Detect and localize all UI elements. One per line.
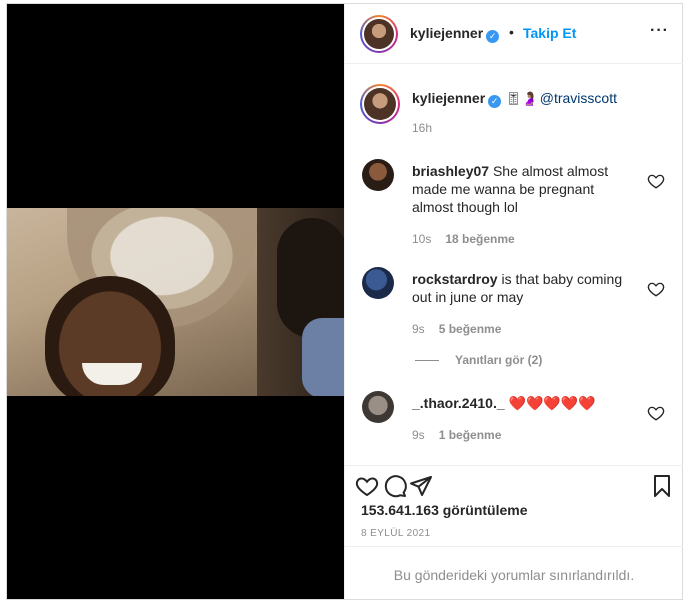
- view-replies-label: Yanıtları gör (2): [455, 353, 543, 367]
- follow-button[interactable]: Takip Et: [523, 25, 576, 41]
- verified-badge-icon: ✓: [488, 95, 502, 108]
- comment-bubble-icon[interactable]: [383, 474, 407, 498]
- caption: kyliejenner ✓ 🎚🤰🏽 @travisscott: [412, 90, 617, 108]
- paper-plane-icon[interactable]: [409, 474, 433, 498]
- commenter-avatar[interactable]: [362, 267, 394, 299]
- comment-meta: 10s 18 beğenme: [412, 232, 515, 246]
- view-replies-button[interactable]: Yanıtları gör (2): [415, 353, 542, 367]
- heart-outline-icon[interactable]: [647, 172, 665, 190]
- video-frame[interactable]: [7, 208, 344, 396]
- post-sidebar: kyliejenner ✓ • Takip Et ··· kyliejenner ✓…: [344, 4, 683, 599]
- comments-limited-notice: Bu gönderideki yorumlar sınırlandırıldı.: [345, 546, 683, 599]
- author-username[interactable]: kyliejenner: [410, 25, 483, 41]
- comment-likes[interactable]: 1 beğenme: [439, 428, 502, 442]
- comments-limited-text: Bu gönderideki yorumlar sınırlandırıldı.: [393, 567, 635, 583]
- post-media[interactable]: [7, 4, 344, 599]
- heart-outline-icon[interactable]: [355, 474, 379, 498]
- caption-username[interactable]: kyliejenner: [412, 90, 485, 106]
- post-date[interactable]: 8 EYLÜL 2021: [361, 528, 430, 539]
- bookmark-icon[interactable]: [650, 474, 674, 498]
- caption-mention-link[interactable]: @travisscott: [540, 90, 617, 106]
- view-count[interactable]: 153.641.163 görüntüleme: [361, 502, 528, 518]
- comment-text: ❤️❤️❤️❤️❤️: [508, 395, 596, 411]
- avatar-photo: [364, 88, 396, 120]
- comment-text-block: briashley07 She almost almost made me wa…: [412, 162, 637, 216]
- comment-likes[interactable]: 5 beğenme: [439, 322, 502, 336]
- comment-text-block: rockstardroy is that baby coming out in …: [412, 270, 637, 306]
- more-dots-icon[interactable]: ···: [650, 22, 669, 40]
- author-username-row: kyliejenner ✓: [410, 25, 500, 43]
- caption-author-avatar[interactable]: [360, 84, 400, 124]
- author-avatar[interactable]: [360, 15, 398, 53]
- comment-time[interactable]: 10s: [412, 232, 431, 246]
- video-shoulder-shape: [302, 318, 344, 396]
- comment-likes[interactable]: 18 beğenme: [445, 232, 514, 246]
- verified-badge-icon: ✓: [486, 30, 500, 43]
- separator-dot: •: [509, 24, 514, 40]
- comment-text-block: _.thaor.2410._ ❤️❤️❤️❤️❤️: [412, 394, 637, 412]
- comment-time[interactable]: 9s: [412, 322, 425, 336]
- replies-divider-line: [415, 360, 439, 362]
- commenter-username[interactable]: _.thaor.2410._: [412, 395, 505, 411]
- commenter-username[interactable]: rockstardroy: [412, 271, 498, 287]
- commenter-username[interactable]: briashley07: [412, 163, 489, 179]
- comment-meta: 9s 1 beğenme: [412, 428, 501, 442]
- commenter-avatar[interactable]: [362, 391, 394, 423]
- post-actions-bar: [345, 465, 683, 505]
- comment-time[interactable]: 9s: [412, 428, 425, 442]
- heart-outline-icon[interactable]: [647, 280, 665, 298]
- caption-timestamp[interactable]: 16h: [412, 121, 432, 135]
- caption-emojis: 🎚🤰🏽: [505, 91, 538, 106]
- avatar-photo: [364, 19, 394, 49]
- post-header: kyliejenner ✓ • Takip Et ···: [345, 4, 683, 64]
- post-dialog: kyliejenner ✓ • Takip Et ··· kyliejenner ✓…: [6, 3, 683, 600]
- commenter-avatar[interactable]: [362, 159, 394, 191]
- heart-outline-icon[interactable]: [647, 404, 665, 422]
- comment-meta: 9s 5 beğenme: [412, 322, 501, 336]
